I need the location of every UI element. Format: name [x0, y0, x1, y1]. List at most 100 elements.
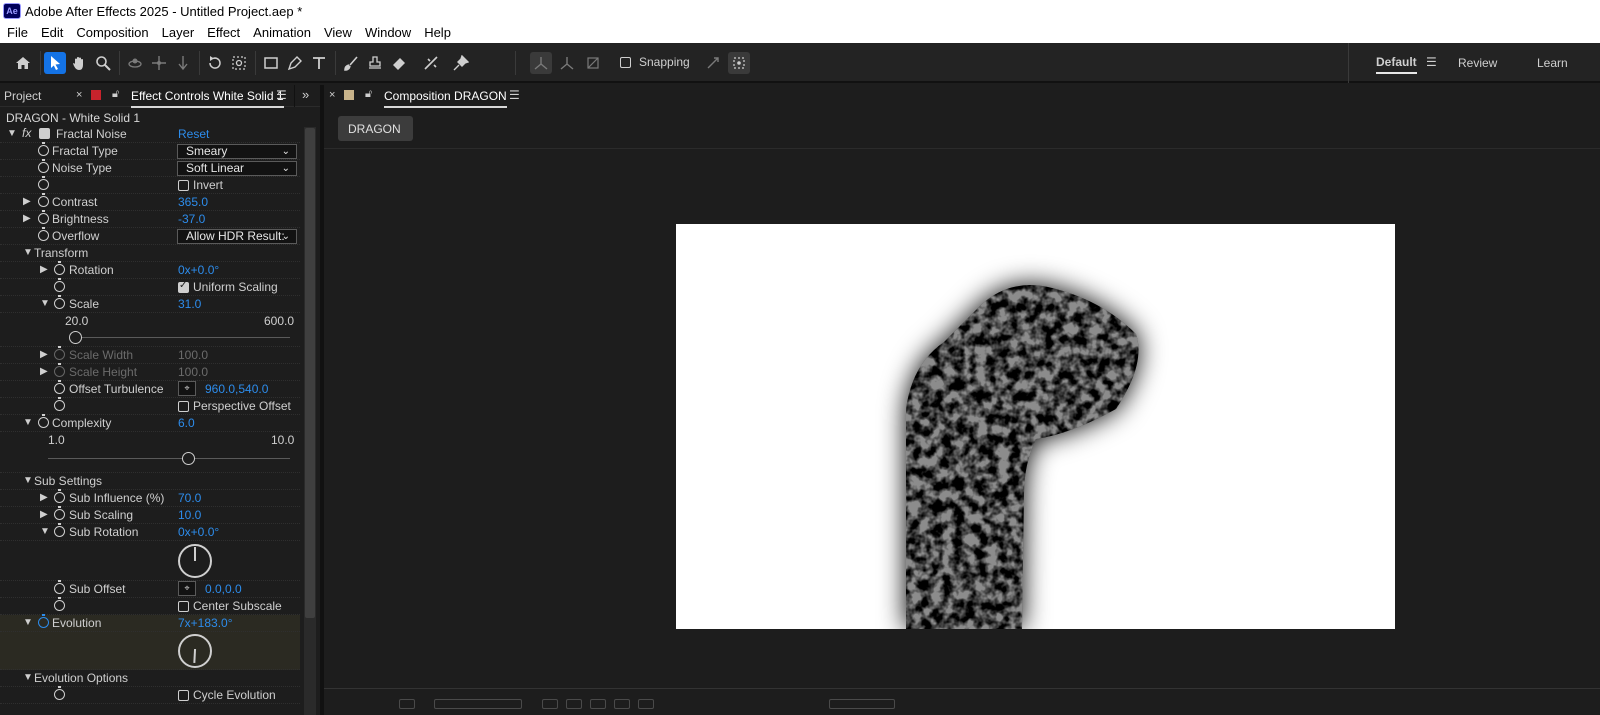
contrast-value[interactable]: 365.0: [178, 195, 208, 209]
menu-effect[interactable]: Effect: [200, 25, 246, 40]
brush-tool-icon[interactable]: [340, 52, 362, 74]
world-axis-icon[interactable]: [556, 52, 578, 74]
menu-view[interactable]: View: [317, 25, 358, 40]
stopwatch-icon[interactable]: [38, 227, 49, 241]
reset-button[interactable]: Reset: [178, 127, 209, 141]
chevron-right-icon[interactable]: ▶: [23, 196, 31, 207]
stopwatch-icon[interactable]: [38, 142, 49, 156]
sub-rotation-dial[interactable]: [178, 544, 212, 578]
stopwatch-icon[interactable]: [54, 686, 65, 700]
orbit-camera-icon[interactable]: [124, 52, 146, 74]
grid-toggle-icon[interactable]: [542, 699, 558, 709]
stopwatch-icon[interactable]: [54, 597, 65, 611]
scale-value[interactable]: 31.0: [178, 297, 201, 311]
composition-breadcrumb[interactable]: DRAGON: [338, 116, 413, 141]
invert-checkbox[interactable]: [178, 180, 189, 191]
chevron-right-icon[interactable]: ▶: [23, 213, 31, 224]
composition-viewer[interactable]: [676, 224, 1395, 629]
workspace-menu-icon[interactable]: ☰: [1426, 55, 1437, 69]
stopwatch-icon[interactable]: [54, 506, 65, 520]
chevron-right-icon[interactable]: ▶: [40, 509, 48, 520]
dolly-camera-icon[interactable]: [172, 52, 194, 74]
home-icon[interactable]: [12, 52, 34, 74]
menu-animation[interactable]: Animation: [246, 25, 317, 40]
stopwatch-icon[interactable]: [54, 380, 65, 394]
type-tool-icon[interactable]: [308, 52, 330, 74]
workspace-review[interactable]: Review: [1458, 56, 1497, 70]
stopwatch-icon[interactable]: [54, 489, 65, 503]
chevron-down-icon[interactable]: ▼: [23, 417, 33, 428]
chevron-down-icon[interactable]: ▼: [23, 617, 33, 628]
stopwatch-icon[interactable]: [54, 278, 65, 292]
offset-turbulence-value[interactable]: 960.0,540.0: [205, 382, 268, 396]
effect-row-fractal-noise[interactable]: ▼ fx Fractal Noise Reset: [0, 126, 300, 143]
more-panels-icon[interactable]: »: [302, 87, 309, 102]
fractal-type-dropdown[interactable]: Smeary ⌄: [177, 144, 297, 159]
puppet-pin-icon[interactable]: [450, 52, 472, 74]
magnification-dropdown[interactable]: [434, 699, 522, 709]
panel-scrollbar[interactable]: [304, 127, 316, 715]
stopwatch-icon[interactable]: [38, 159, 49, 173]
menu-layer[interactable]: Layer: [155, 25, 201, 40]
close-tab-icon[interactable]: ×: [329, 89, 335, 101]
tab-composition[interactable]: Composition DRAGON: [384, 89, 507, 108]
stopwatch-icon[interactable]: [38, 176, 49, 190]
snapping-checkbox[interactable]: [620, 56, 631, 68]
panel-menu-icon[interactable]: ☰: [276, 88, 287, 102]
hand-tool-icon[interactable]: [68, 52, 90, 74]
evolution-value[interactable]: 7x+183.0°: [178, 616, 233, 630]
cycle-evolution-checkbox[interactable]: [178, 690, 189, 701]
fx-toggle-icon[interactable]: fx: [22, 126, 31, 140]
view-axis-icon[interactable]: [582, 52, 604, 74]
evolution-dial[interactable]: [178, 634, 212, 668]
chevron-right-icon[interactable]: ▶: [40, 349, 48, 360]
3d-draft-icon[interactable]: [638, 699, 654, 709]
pan-camera-icon[interactable]: [148, 52, 170, 74]
pen-tool-icon[interactable]: [284, 52, 306, 74]
sub-rotation-value[interactable]: 0x+0.0°: [178, 525, 219, 539]
region-of-interest-icon[interactable]: [614, 699, 630, 709]
chevron-right-icon[interactable]: ▶: [40, 366, 48, 377]
chevron-right-icon[interactable]: ▶: [40, 492, 48, 503]
rotation-tool-icon[interactable]: [204, 52, 226, 74]
stopwatch-icon[interactable]: [38, 193, 49, 207]
transparency-grid-icon[interactable]: [590, 699, 606, 709]
sub-scaling-value[interactable]: 10.0: [178, 508, 201, 522]
menu-window[interactable]: Window: [358, 25, 417, 40]
timecode-field[interactable]: [829, 699, 895, 709]
noise-type-dropdown[interactable]: Soft Linear ⌄: [177, 161, 297, 176]
menu-edit[interactable]: Edit: [34, 25, 69, 40]
panel-menu-icon[interactable]: ☰: [509, 88, 520, 102]
chevron-down-icon[interactable]: ▼: [40, 298, 50, 309]
chevron-down-icon[interactable]: ▼: [23, 247, 33, 258]
workspace-default[interactable]: Default: [1376, 55, 1417, 74]
snap-features-icon[interactable]: [728, 52, 750, 74]
chevron-down-icon[interactable]: ▼: [40, 526, 50, 537]
pan-behind-icon[interactable]: [228, 52, 250, 74]
lock-icon[interactable]: 🔓︎: [365, 88, 372, 101]
chevron-right-icon[interactable]: ▶: [40, 264, 48, 275]
chevron-down-icon[interactable]: ▼: [23, 672, 33, 683]
rectangle-tool-icon[interactable]: [260, 52, 282, 74]
local-axis-icon[interactable]: [530, 52, 552, 74]
snap-options-icon[interactable]: [702, 52, 724, 74]
center-subscale-checkbox[interactable]: [178, 601, 189, 612]
stopwatch-icon[interactable]: [38, 414, 49, 428]
overflow-dropdown[interactable]: Allow HDR Result: ⌄: [177, 229, 297, 244]
sub-influence-value[interactable]: 70.0: [178, 491, 201, 505]
stopwatch-icon[interactable]: [54, 295, 65, 309]
stopwatch-icon[interactable]: [54, 523, 65, 537]
menu-composition[interactable]: Composition: [69, 25, 154, 40]
menu-file[interactable]: File: [0, 25, 34, 40]
clone-stamp-icon[interactable]: [364, 52, 386, 74]
zoom-tool-icon[interactable]: [92, 52, 114, 74]
roto-brush-icon[interactable]: [420, 52, 442, 74]
sub-offset-value[interactable]: 0.0,0.0: [205, 582, 242, 596]
stopwatch-icon[interactable]: [54, 580, 65, 594]
menu-help[interactable]: Help: [417, 25, 457, 40]
complexity-value[interactable]: 6.0: [178, 416, 195, 430]
stopwatch-icon[interactable]: [54, 397, 65, 411]
close-tab-icon[interactable]: ×: [76, 89, 82, 101]
resolution-button[interactable]: [399, 699, 415, 709]
perspective-offset-checkbox[interactable]: [178, 401, 189, 412]
